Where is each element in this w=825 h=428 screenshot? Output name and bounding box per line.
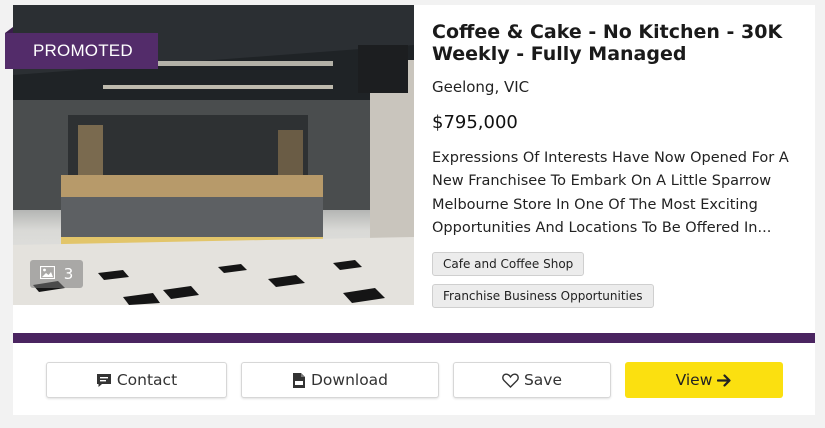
listing-title[interactable]: Coffee & Cake - No Kitchen - 30K Weekly … bbox=[432, 21, 802, 65]
view-label: View bbox=[675, 371, 713, 389]
save-button[interactable]: Save bbox=[453, 362, 611, 398]
contact-label: Contact bbox=[116, 371, 178, 389]
listing-location: Geelong, VIC bbox=[432, 78, 530, 96]
listing-description: Expressions Of Interests Have Now Opened… bbox=[432, 150, 789, 236]
view-button[interactable]: View bbox=[625, 362, 783, 398]
contact-button[interactable]: Contact bbox=[46, 362, 227, 398]
pdf-file-icon bbox=[292, 372, 306, 389]
promoted-badge: PROMOTED bbox=[5, 33, 158, 69]
heart-outline-icon bbox=[502, 372, 519, 388]
card-divider bbox=[13, 333, 815, 343]
photo-count: 3 bbox=[63, 265, 74, 283]
tag-cafe-coffee-shop[interactable]: Cafe and Coffee Shop bbox=[432, 252, 585, 276]
save-label: Save bbox=[523, 371, 563, 389]
listing-tags: Cafe and Coffee Shop Franchise Business … bbox=[432, 252, 654, 316]
listing-price: $795,000 bbox=[432, 112, 518, 133]
image-icon bbox=[39, 265, 55, 283]
tag-franchise-opportunities[interactable]: Franchise Business Opportunities bbox=[432, 284, 654, 308]
action-bar: Contact Download Save View bbox=[13, 343, 815, 415]
download-button[interactable]: Download bbox=[241, 362, 439, 398]
listing-info: Coffee & Cake - No Kitchen - 30K Weekly … bbox=[432, 21, 802, 240]
download-label: Download bbox=[310, 371, 389, 389]
photo-count-badge[interactable]: 3 bbox=[30, 260, 83, 288]
arrow-right-icon bbox=[717, 373, 732, 387]
comment-icon bbox=[96, 373, 112, 388]
